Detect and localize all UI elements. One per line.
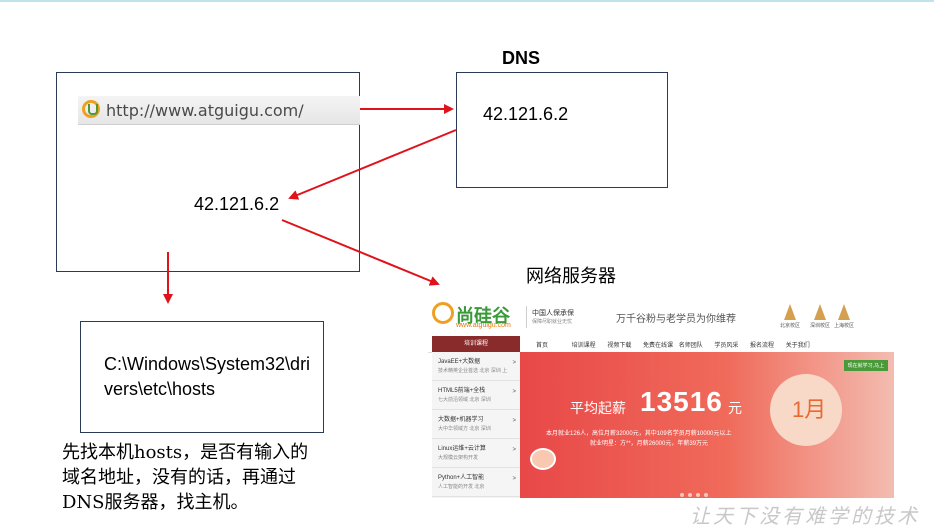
banner-ribbon[interactable]: 现在就学习,马上: [843, 360, 888, 371]
website-screenshot: 尚硅谷 www.atguigu.com 中国人保承保 保障尽职就业无忧 万千谷粉…: [428, 296, 894, 498]
watermark-text: 让天下没有难学的技术: [690, 504, 920, 528]
nav-item[interactable]: 报名流程: [750, 340, 784, 349]
brand-logo-icon: [432, 302, 454, 324]
banner-line-2: 就业明星：方**，月薪26000元，年薪39万元: [590, 441, 709, 447]
course-category[interactable]: Linux运维+云计算 大规模云架构开发 >: [432, 439, 520, 468]
nav-item[interactable]: 免费在线课: [643, 340, 677, 349]
nav-item[interactable]: 首页: [536, 340, 570, 349]
course-category[interactable]: JavaEE+大数据技术精英企业首选 北京 深圳 上 >: [432, 352, 520, 381]
site-header: 尚硅谷 www.atguigu.com 中国人保承保 保障尽职就业无忧 万千谷粉…: [428, 296, 894, 337]
building-icon: [838, 304, 850, 320]
nav-item[interactable]: 视频下载: [607, 340, 641, 349]
chevron-right-icon: >: [512, 389, 516, 395]
banner-month: 1月: [792, 397, 827, 422]
carousel-dot[interactable]: [680, 493, 684, 497]
category-title: 大数据+机器学习: [438, 417, 484, 423]
building-icon: [814, 304, 826, 320]
site-slogan: 万千谷粉与老学员为你维荐: [616, 314, 736, 325]
category-sub: 七大前沿领域 北京 深圳: [438, 397, 491, 403]
category-sub: 技术精英企业首选 北京 深圳 上: [438, 368, 508, 374]
banner-line-1: 本月就业126人，高位月薪32000元，其中109名学员月薪10000元以上: [546, 431, 732, 437]
nav-head[interactable]: 培训课程: [432, 336, 520, 352]
partner-subtext: 保障尽职就业无忧: [532, 319, 573, 325]
category-title: Linux运维+云计算: [438, 446, 486, 452]
city-label: 上海校区: [833, 323, 854, 329]
chevron-right-icon: >: [512, 476, 516, 482]
header-divider: [526, 306, 527, 328]
course-category[interactable]: HTML5前端+全栈 七大前沿领域 北京 深圳 >: [432, 381, 520, 410]
course-category[interactable]: Python+人工智能 人工智能的开发 北京 >: [432, 468, 520, 497]
nav-item[interactable]: 关于我们: [786, 340, 820, 349]
chevron-right-icon: >: [512, 447, 516, 453]
chevron-right-icon: >: [512, 418, 516, 424]
category-sub: 大中华领域方 北京 深圳: [438, 426, 491, 432]
category-sub: 人工智能的开发 北京: [438, 484, 485, 490]
course-sidebar: JavaEE+大数据技术精英企业首选 北京 深圳 上 > HTML5前端+全栈 七大…: [432, 352, 521, 498]
arrow-to-webserver: [281, 219, 440, 286]
partner-text: 中国人保承保: [532, 310, 574, 317]
brand-url: www.atguigu.com: [456, 322, 511, 329]
building-icon: [784, 304, 796, 320]
category-sub: 大规模云架构开发: [438, 455, 479, 461]
pig-mascot-icon: [530, 448, 556, 470]
category-title: Python+人工智能: [438, 475, 485, 481]
course-category[interactable]: 大数据+机器学习大中华领域方 北京 深圳 >: [432, 410, 520, 439]
salary-banner[interactable]: 现在就学习,马上 平均起薪 13516 元 本月就业126人，高位月薪32000…: [520, 352, 894, 498]
category-title: HTML5前端+全栈: [438, 388, 486, 394]
nav-item[interactable]: 培训课程: [572, 340, 606, 349]
nav-items: 首页 培训课程 视频下载 免费在线课 名师团队 学员风采 报名流程 关于我们: [536, 340, 820, 349]
city-label: 北京校区: [779, 323, 800, 329]
city-shanghai[interactable]: 上海校区: [832, 304, 856, 329]
nav-item[interactable]: 名师团队: [679, 340, 713, 349]
banner-unit: 元: [728, 400, 742, 416]
banner-prefix: 平均起薪: [570, 400, 626, 416]
carousel-dot[interactable]: [704, 493, 708, 497]
carousel-dots[interactable]: [680, 484, 712, 498]
site-nav: 培训课程 首页 培训课程 视频下载 免费在线课 名师团队 学员风采 报名流程 关…: [428, 336, 894, 353]
nav-item[interactable]: 学员风采: [714, 340, 748, 349]
banner-salary: 13516: [640, 386, 723, 417]
carousel-dot[interactable]: [688, 493, 692, 497]
category-title: JavaEE+大数据: [438, 359, 481, 365]
arrow-dns-reply: [288, 129, 457, 200]
chevron-right-icon: >: [512, 360, 516, 366]
city-beijing[interactable]: 北京校区: [778, 304, 802, 329]
carousel-dot[interactable]: [696, 493, 700, 497]
